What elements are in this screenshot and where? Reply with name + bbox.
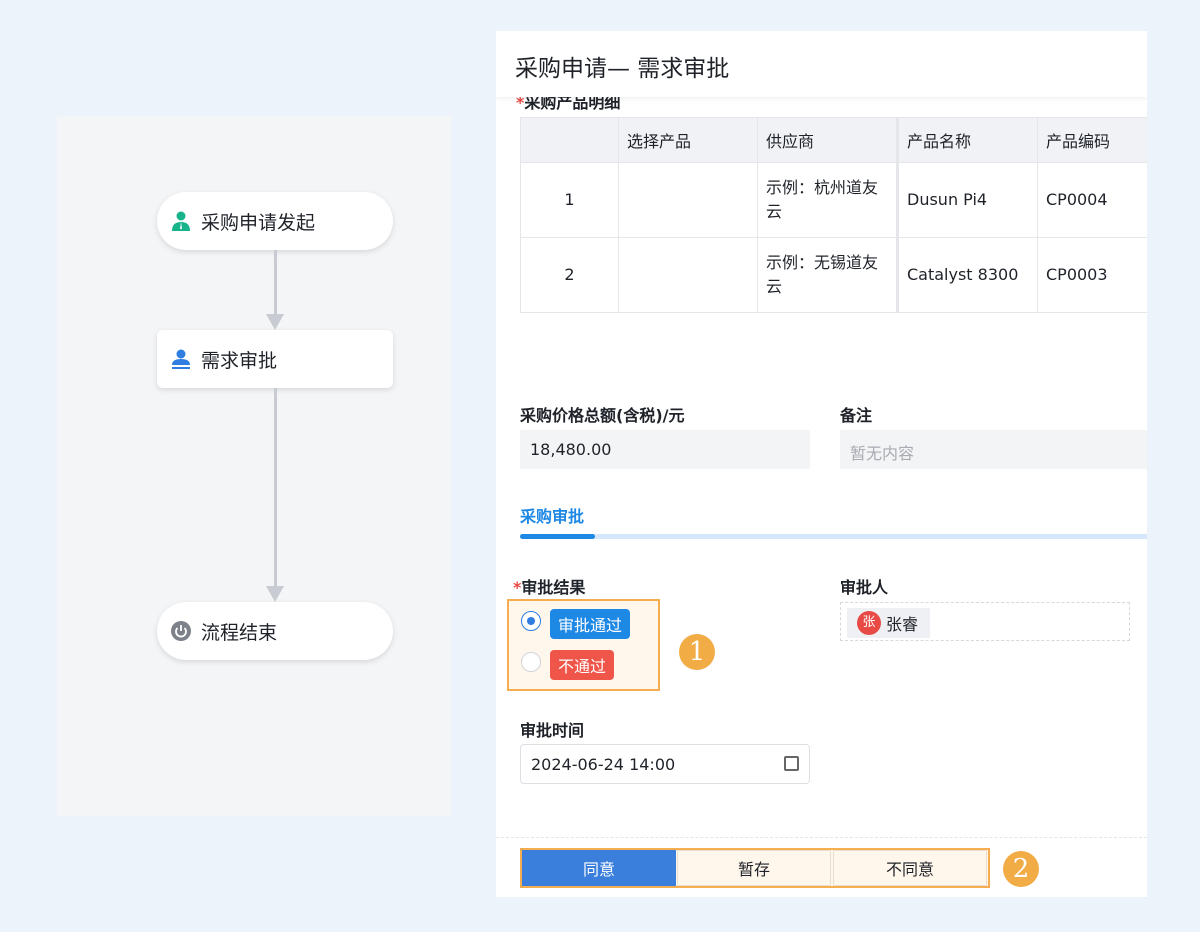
approver-name: 张睿 <box>886 615 919 634</box>
avatar: 张 <box>857 611 881 635</box>
cell-product-name: Dusun Pi4 <box>897 162 1038 238</box>
annotation-badge: 1 <box>679 634 715 670</box>
cell-supplier: 示例：杭州道友云 <box>757 162 899 238</box>
flow-node-label: 采购申请发起 <box>201 211 316 234</box>
row-index: 1 <box>520 162 619 238</box>
cell-product-code: CP0003 <box>1037 237 1147 313</box>
table-row[interactable]: 2 示例：无锡道友云 Catalyst 8300 CP0003 <box>520 237 1147 313</box>
agree-button[interactable]: 同意 <box>522 850 676 886</box>
radio-approve[interactable] <box>521 611 541 631</box>
column-header <box>520 117 619 163</box>
flow-node-approval[interactable]: 需求审批 <box>157 330 393 388</box>
calendar-icon[interactable] <box>784 756 799 771</box>
annotation-badge: 2 <box>1003 851 1039 887</box>
cell-product-name: Catalyst 8300 <box>897 237 1038 313</box>
approver-icon <box>172 349 190 369</box>
user-icon <box>172 211 190 231</box>
column-header: 选择产品 <box>618 117 758 163</box>
approver-label: 审批人 <box>840 578 889 597</box>
flow-node-end[interactable]: 流程结束 <box>157 602 393 660</box>
approver-chip: 张 张睿 <box>847 608 931 638</box>
flow-node-label: 需求审批 <box>201 349 278 372</box>
radio-reject[interactable] <box>521 652 541 672</box>
time-label: 审批时间 <box>520 721 585 740</box>
cell-product-code: CP0004 <box>1037 162 1147 238</box>
product-table: 选择产品 供应商 产品名称 产品编码 1 示例：杭州道友云 Dusun Pi4 … <box>520 117 1147 313</box>
workflow-diagram: 采购申请发起 需求审批 流程结束 <box>57 116 451 816</box>
tab-approval[interactable]: 采购审批 <box>520 503 584 527</box>
footer-divider <box>496 837 1147 838</box>
flow-connector <box>274 388 277 586</box>
arrow-down-icon <box>266 314 284 330</box>
date-value: 2024-06-24 14:00 <box>531 755 676 774</box>
action-buttons: 同意 暂存 不同意 <box>520 848 990 888</box>
tab-indicator <box>520 534 1147 539</box>
row-index: 2 <box>520 237 619 313</box>
result-radio-group: 审批通过 不通过 <box>507 599 660 691</box>
arrow-down-icon <box>266 586 284 602</box>
flow-node-label: 流程结束 <box>201 621 278 644</box>
table-row[interactable]: 1 示例：杭州道友云 Dusun Pi4 CP0004 <box>520 162 1147 238</box>
cell-supplier: 示例：无锡道友云 <box>757 237 899 313</box>
disagree-button[interactable]: 不同意 <box>833 850 987 886</box>
date-time-input[interactable]: 2024-06-24 14:00 <box>520 744 810 784</box>
cell-product-select[interactable] <box>618 237 758 313</box>
cell-product-select[interactable] <box>618 162 758 238</box>
save-draft-button[interactable]: 暂存 <box>677 850 831 886</box>
column-header: 供应商 <box>757 117 899 163</box>
table-header-row: 选择产品 供应商 产品名称 产品编码 <box>520 117 1147 163</box>
remark-label: 备注 <box>840 406 873 425</box>
total-field: 18,480.00 <box>520 430 810 469</box>
approval-form: 采购申请— 需求审批 *采购产品明细 选择产品 供应商 产品名称 产品编码 1 … <box>496 31 1147 897</box>
column-header: 产品名称 <box>897 117 1038 163</box>
total-label: 采购价格总额(含税)/元 <box>520 406 685 425</box>
form-title: 采购申请— 需求审批 <box>496 31 1147 97</box>
option-reject-tag[interactable]: 不通过 <box>550 650 615 680</box>
result-label: *审批结果 <box>513 578 586 597</box>
flow-connector <box>274 250 277 314</box>
flow-node-start[interactable]: 采购申请发起 <box>157 192 393 250</box>
column-header: 产品编码 <box>1037 117 1147 163</box>
approver-field[interactable]: 张 张睿 <box>840 602 1130 641</box>
option-approve-tag[interactable]: 审批通过 <box>550 609 631 639</box>
remark-field: 暂无内容 <box>840 430 1147 469</box>
power-icon <box>171 621 191 641</box>
